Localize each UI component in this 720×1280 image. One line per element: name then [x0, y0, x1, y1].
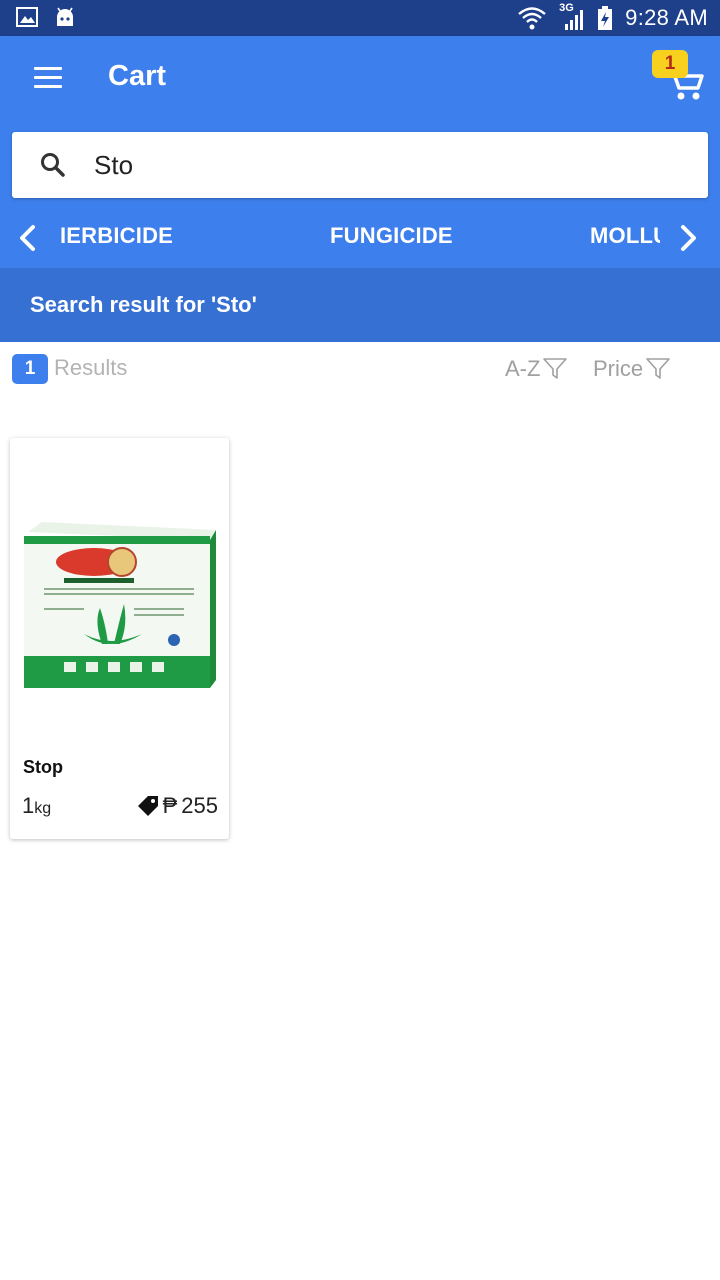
chevron-right-icon[interactable] [670, 220, 706, 256]
product-image [24, 522, 216, 688]
sort-price-button[interactable]: Price [593, 356, 671, 382]
filter-icon [543, 358, 568, 379]
page-title: Cart [108, 60, 167, 92]
filter-icon [646, 358, 670, 379]
product-quantity: 1kg [22, 793, 51, 819]
cart-button[interactable]: 1 [652, 50, 708, 106]
results-toolbar: 1 Results A-Z Price [0, 342, 720, 398]
signal-icon: 3G [559, 2, 585, 32]
search-icon [41, 153, 65, 177]
price-value: 255 [181, 793, 218, 818]
status-right-icons: 3G 9:28 AM [517, 2, 708, 32]
battery-icon [598, 6, 613, 30]
cart-count-badge: 1 [652, 50, 688, 78]
product-qty-value: 1 [22, 793, 35, 818]
price-tag-icon [137, 796, 158, 816]
results-label: Results [54, 355, 128, 380]
status-bar: 3G 9:28 AM [0, 0, 720, 36]
results-count-badge: 1 [12, 354, 48, 384]
android-icon [57, 7, 73, 26]
search-result-header: Search result for 'Sto' [0, 268, 720, 342]
search-input[interactable] [94, 140, 684, 190]
product-name: Stop [23, 757, 63, 777]
category-fungicide[interactable]: FUNGICIDE [330, 223, 453, 249]
menu-icon[interactable] [28, 60, 68, 96]
search-box[interactable] [12, 132, 708, 198]
sort-az-button[interactable]: A-Z [505, 356, 568, 382]
status-time: 9:28 AM [625, 5, 708, 30]
product-price: ₱ 255 [137, 793, 218, 819]
sort-price-label: Price [593, 356, 644, 381]
sort-az-label: A-Z [505, 356, 541, 381]
category-bar: IERBICIDE FUNGICIDE MOLLU [0, 208, 720, 268]
chevron-left-icon[interactable] [10, 220, 46, 256]
search-result-text: Search result for 'Sto' [30, 292, 257, 317]
product-qty-unit: kg [34, 800, 52, 817]
gallery-icon [16, 7, 38, 27]
status-left-icons [16, 6, 76, 28]
category-molluscicide[interactable]: MOLLU [590, 223, 660, 249]
search-area [0, 120, 720, 208]
wifi-icon [518, 7, 546, 30]
app-bar: Cart 1 [0, 36, 720, 120]
price-currency: ₱ [162, 793, 178, 818]
category-herbicide[interactable]: IERBICIDE [60, 223, 173, 249]
product-card[interactable]: Stop 1kg ₱ 255 [10, 438, 229, 839]
